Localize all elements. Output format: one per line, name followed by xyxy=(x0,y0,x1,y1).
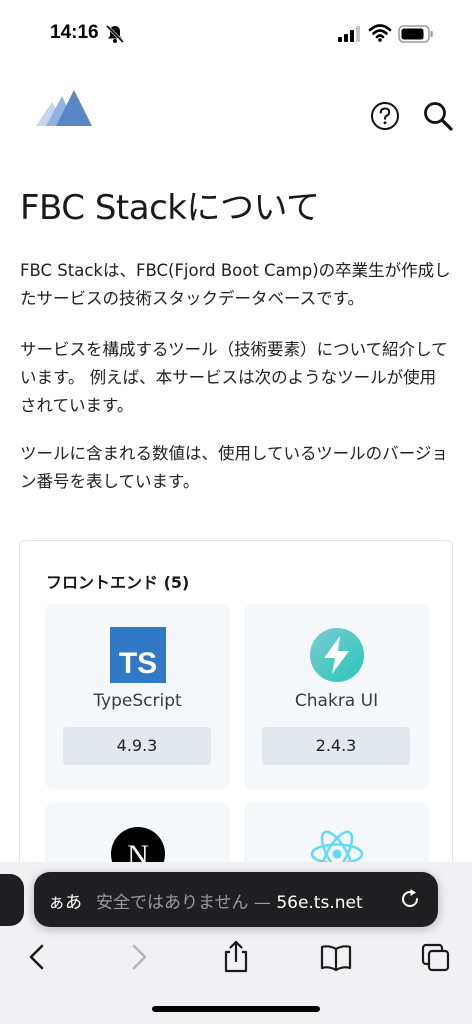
page-settings-button[interactable]: ぁあ xyxy=(48,888,82,913)
bell-slash-icon xyxy=(105,24,125,44)
back-icon[interactable] xyxy=(20,938,56,976)
version-badge: 4.9.3 xyxy=(63,727,211,765)
status-bar: 14:16 xyxy=(0,0,472,60)
address-bar[interactable]: ぁあ 安全ではありません — 56e.ts.net xyxy=(34,872,438,927)
typescript-icon: TS xyxy=(110,627,166,683)
frontend-heading: フロントエンド (5) xyxy=(46,573,190,592)
status-time: 14:16 xyxy=(50,22,99,43)
chakra-ui-icon xyxy=(310,628,364,682)
bookmarks-icon[interactable] xyxy=(318,938,354,976)
url-security-label: 安全ではありません — xyxy=(96,893,277,913)
search-icon[interactable] xyxy=(422,100,454,132)
forward-icon[interactable] xyxy=(120,938,156,976)
intro-paragraph: FBC Stackは、FBC(Fjord Boot Camp)の卒業生が作成した… xyxy=(20,261,451,308)
tool-name: Chakra UI xyxy=(294,691,379,711)
frontend-card: フロントエンド (5) TS TypeScript 4.9.3 Chakra U… xyxy=(19,540,453,988)
previous-tab-preview[interactable] xyxy=(0,874,24,926)
url-domain: 56e.ts.net xyxy=(276,893,363,913)
version-badge: 2.4.3 xyxy=(262,727,410,765)
reload-icon[interactable] xyxy=(398,887,422,911)
help-icon[interactable] xyxy=(370,101,400,131)
tool-card-typescript[interactable]: TS TypeScript 4.9.3 xyxy=(45,604,230,789)
svg-text:TS: TS xyxy=(119,647,157,680)
battery-icon xyxy=(398,25,433,43)
tool-name: TypeScript xyxy=(93,691,182,711)
share-icon[interactable] xyxy=(218,938,254,976)
wifi-icon xyxy=(368,24,392,42)
version-paragraph: ツールに含まれる数値は、使用しているツールのバージョン番号を表しています。 xyxy=(20,444,448,491)
url-text[interactable]: 安全ではありません — 56e.ts.net xyxy=(96,888,396,913)
page-title: FBC Stackについて xyxy=(20,188,320,228)
home-indicator xyxy=(152,1006,320,1012)
cellular-signal-icon xyxy=(338,26,360,42)
tabs-icon[interactable] xyxy=(418,938,454,976)
tools-paragraph: サービスを構成するツール（技術要素）について紹介しています。 例えば、本サービス… xyxy=(20,340,448,415)
fbc-stack-logo[interactable] xyxy=(36,88,92,128)
tool-card-chakra-ui[interactable]: Chakra UI 2.4.3 xyxy=(244,604,429,789)
